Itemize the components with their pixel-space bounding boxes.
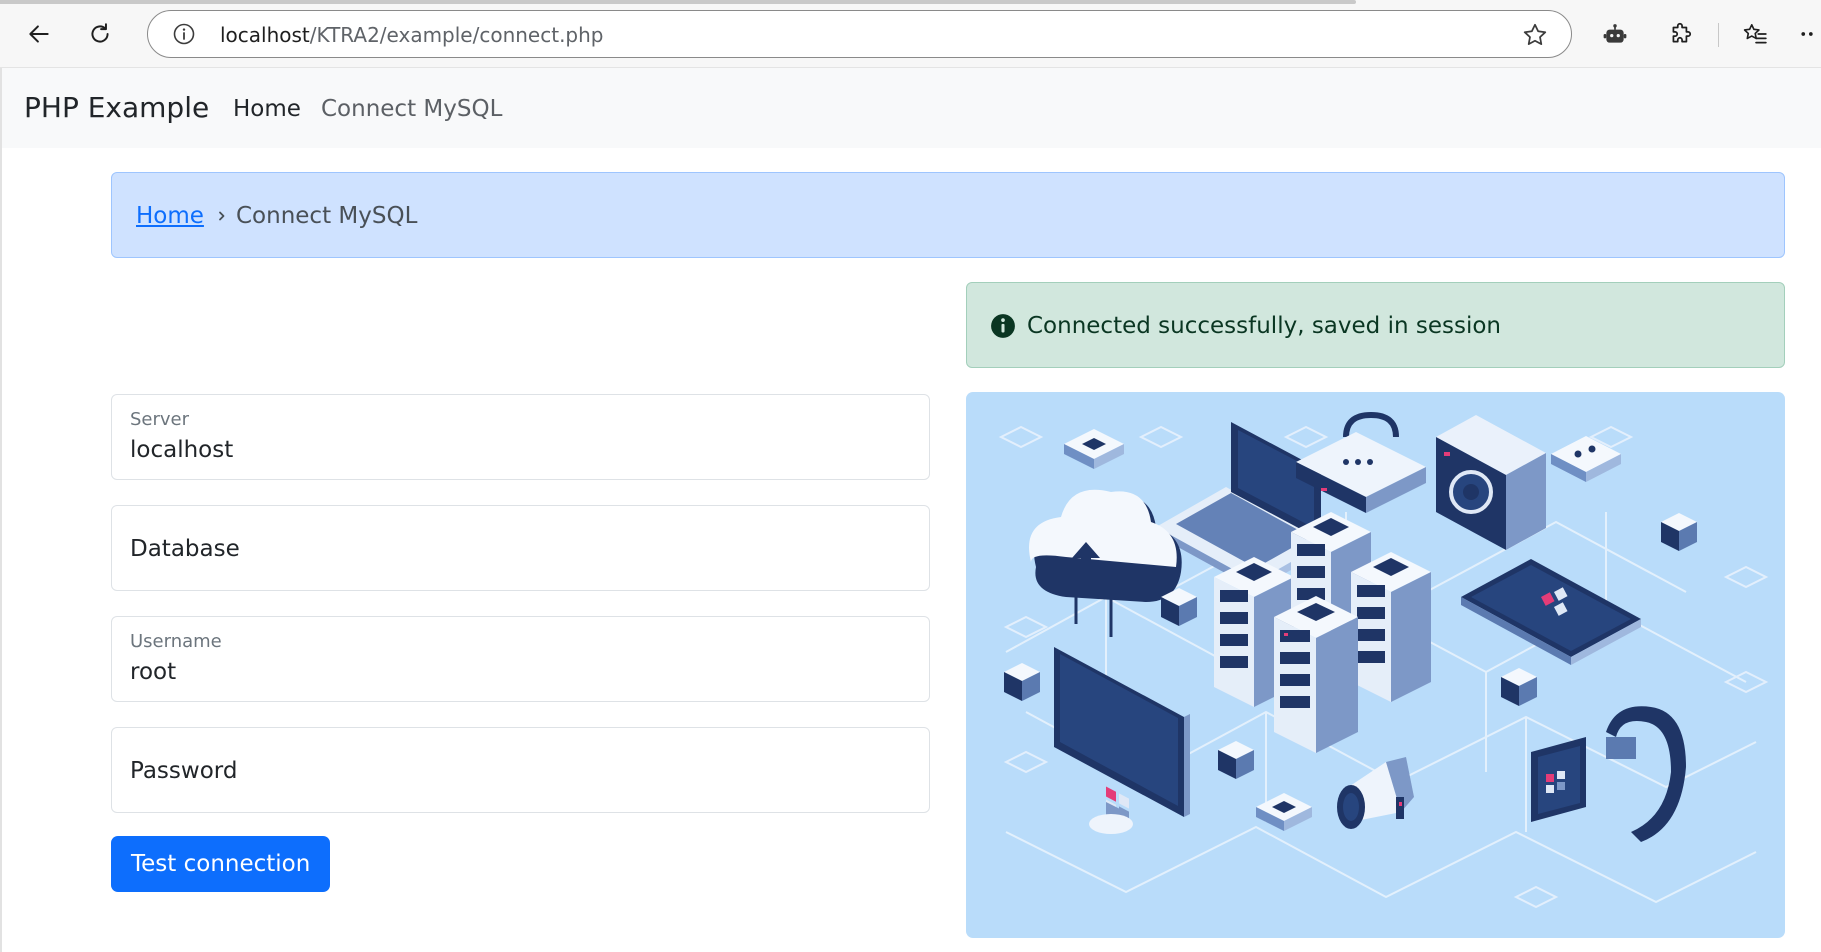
server-rack-front (1274, 596, 1358, 753)
alert-message: Connected successfully, saved in session (1027, 313, 1501, 339)
toolbar-divider (1718, 23, 1719, 47)
server-value[interactable]: localhost (130, 435, 233, 465)
more-icon (1801, 32, 1813, 36)
server-rack-right (1351, 552, 1431, 702)
server-label: Server (130, 409, 190, 430)
url-text[interactable]: localhost/KTRA2/example/connect.php (220, 23, 604, 47)
password-field[interactable]: Password (111, 727, 930, 813)
username-field[interactable]: Username root (111, 616, 930, 702)
copilot-icon (1603, 24, 1627, 43)
extensions-button[interactable] (1661, 14, 1701, 54)
page-load-bar (0, 0, 1356, 4)
reload-button[interactable] (80, 14, 120, 54)
username-value[interactable]: root (130, 657, 176, 687)
more-button[interactable] (1800, 14, 1821, 54)
username-label: Username (130, 631, 222, 652)
favorites-button[interactable] (1735, 14, 1775, 54)
back-button[interactable] (19, 14, 59, 54)
reload-icon (91, 23, 109, 43)
database-placeholder[interactable]: Database (130, 534, 240, 564)
password-placeholder[interactable]: Password (130, 756, 237, 786)
url-host: localhost (220, 23, 310, 47)
navbar-brand[interactable]: PHP Example (24, 90, 209, 126)
breadcrumb: Home Connect MySQL (111, 172, 1785, 258)
isometric-network-illustration (998, 411, 1769, 909)
breadcrumb-current: Connect MySQL (236, 203, 418, 229)
main-content: Home Connect MySQL Connected successfull… (0, 148, 1821, 952)
copilot-button[interactable] (1595, 14, 1635, 54)
back-arrow-icon (29, 25, 49, 43)
browser-toolbar: localhost/KTRA2/example/connect.php (0, 0, 1821, 68)
server-field[interactable]: Server localhost (111, 394, 930, 480)
chip-tile-top-left (1064, 429, 1124, 469)
extensions-icon (1672, 22, 1692, 43)
site-navbar: PHP Example Home Connect MySQL (0, 68, 1821, 148)
info-circle-icon (991, 314, 1015, 338)
breadcrumb-home-link[interactable]: Home (136, 201, 204, 231)
nav-link-home[interactable]: Home (233, 94, 301, 124)
favorite-star-icon[interactable] (1521, 21, 1549, 49)
nav-link-connect-mysql[interactable]: Connect MySQL (321, 94, 502, 124)
url-path: /KTRA2/example/connect.php (309, 23, 604, 47)
test-connection-button[interactable]: Test connection (111, 836, 331, 892)
favorites-icon (1743, 23, 1767, 44)
site-info-icon[interactable] (172, 22, 196, 46)
breadcrumb-chevron-icon (212, 201, 232, 231)
database-field[interactable]: Database (111, 505, 930, 591)
address-bar[interactable]: localhost/KTRA2/example/connect.php (147, 10, 1572, 58)
success-alert: Connected successfully, saved in session (966, 282, 1785, 368)
hero-illustration (966, 392, 1785, 938)
